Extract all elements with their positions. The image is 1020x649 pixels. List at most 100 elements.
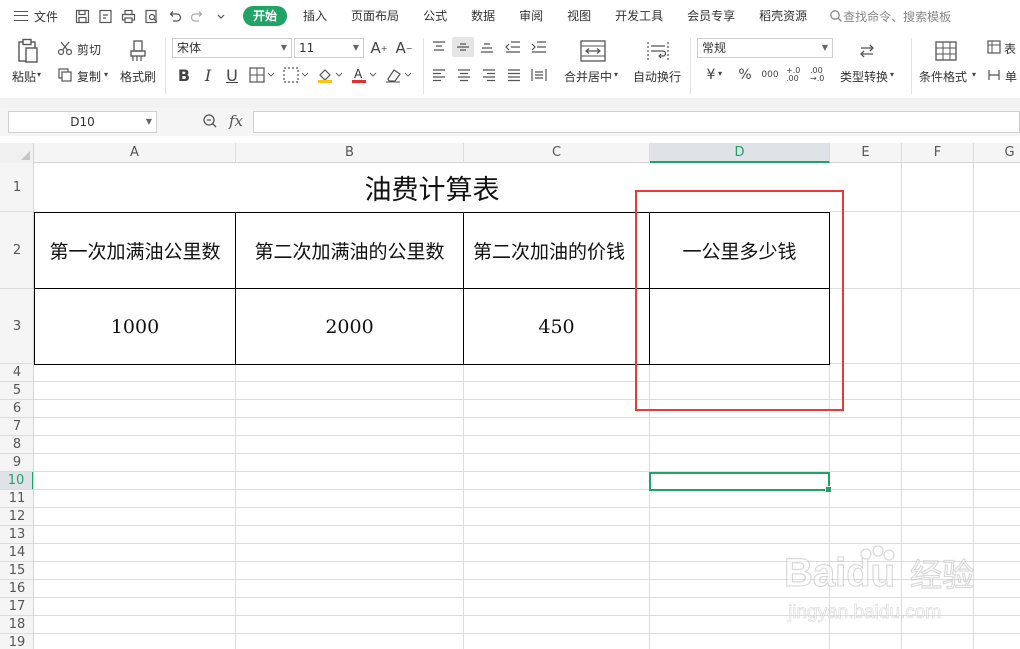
type-convert-icon[interactable]: [856, 40, 878, 62]
file-menu[interactable]: 文件: [14, 8, 58, 25]
copy-dropdown-icon[interactable]: ▾: [104, 70, 108, 79]
increase-font-icon[interactable]: A +: [369, 39, 389, 57]
zoom-icon[interactable]: [202, 113, 218, 133]
tab-docer[interactable]: 稻壳资源: [747, 6, 819, 26]
clear-icon[interactable]: [384, 66, 414, 84]
column-header-a[interactable]: A: [34, 143, 236, 163]
row-header-15[interactable]: 15: [0, 562, 33, 580]
conditional-format-button[interactable]: 条件格式: [919, 68, 967, 85]
row-header-6[interactable]: 6: [0, 400, 33, 418]
align-center-icon[interactable]: [455, 66, 473, 84]
header-cell-c2[interactable]: 第二次加油的价钱: [463, 212, 650, 289]
fill-color-icon[interactable]: [316, 66, 344, 84]
row-header-9[interactable]: 9: [0, 454, 33, 472]
sheet-title-cell[interactable]: 油费计算表: [34, 163, 830, 212]
header-cell-b2[interactable]: 第二次加满油的公里数: [235, 212, 464, 289]
formula-input[interactable]: [253, 111, 1020, 133]
merge-dropdown-icon[interactable]: ▾: [614, 70, 618, 79]
tab-view[interactable]: 视图: [555, 6, 603, 26]
paste-icon[interactable]: [14, 38, 42, 64]
row-header-13[interactable]: 13: [0, 526, 33, 544]
font-color-icon[interactable]: A: [350, 66, 378, 84]
single-cell-button[interactable]: 单: [1005, 68, 1017, 85]
increase-decimal-icon[interactable]: +.0 .00: [786, 66, 806, 84]
column-header-f[interactable]: F: [902, 143, 974, 163]
decrease-decimal-icon[interactable]: .00 →.0: [810, 66, 830, 84]
cut-button[interactable]: 剪切: [77, 41, 101, 58]
row-header-12[interactable]: 12: [0, 508, 33, 526]
customize-toolbar-icon[interactable]: [212, 8, 229, 25]
tab-page-layout[interactable]: 页面布局: [339, 6, 411, 26]
bold-icon[interactable]: B: [174, 65, 194, 85]
row-header-11[interactable]: 11: [0, 490, 33, 508]
row-header-17[interactable]: 17: [0, 598, 33, 616]
tab-insert[interactable]: 插入: [291, 6, 339, 26]
column-header-b[interactable]: B: [236, 143, 464, 163]
value-cell-d3[interactable]: [649, 288, 830, 365]
select-all-corner[interactable]: [0, 143, 34, 163]
tab-home[interactable]: 开始: [243, 6, 288, 26]
row-header-5[interactable]: 5: [0, 382, 33, 400]
table-style-button[interactable]: 表: [1004, 40, 1016, 57]
underline-icon[interactable]: U: [222, 65, 242, 85]
cell-style-icon[interactable]: [282, 66, 310, 84]
row-header-4[interactable]: 4: [0, 364, 33, 382]
command-search[interactable]: 查找命令、搜索模板: [829, 8, 951, 25]
tab-data[interactable]: 数据: [459, 6, 507, 26]
align-bottom-icon[interactable]: [478, 38, 496, 56]
print-icon[interactable]: [120, 8, 137, 25]
name-box[interactable]: D10 ▼: [8, 111, 157, 133]
header-cell-d2[interactable]: 一公里多少钱: [649, 212, 830, 289]
align-right-icon[interactable]: [480, 66, 498, 84]
merge-center-icon[interactable]: [579, 39, 607, 63]
row-header-1[interactable]: 1: [0, 163, 33, 212]
row-header-3[interactable]: 3: [0, 289, 33, 364]
row-header-16[interactable]: 16: [0, 580, 33, 598]
thousands-separator-icon[interactable]: 000: [760, 66, 780, 84]
justify-icon[interactable]: [505, 66, 523, 84]
italic-icon[interactable]: I: [198, 65, 218, 85]
align-top-icon[interactable]: [430, 38, 448, 56]
row-header-10[interactable]: 10: [0, 472, 33, 490]
header-cell-a2[interactable]: 第一次加满油公里数: [34, 212, 236, 289]
tab-member[interactable]: 会员专享: [675, 6, 747, 26]
tab-review[interactable]: 审阅: [507, 6, 555, 26]
decrease-font-icon[interactable]: A −: [394, 39, 414, 57]
row-header-2[interactable]: 2: [0, 212, 33, 289]
increase-indent-icon[interactable]: [530, 38, 548, 56]
column-header-c[interactable]: C: [464, 143, 650, 163]
redo-icon[interactable]: [189, 8, 206, 25]
value-cell-a3[interactable]: 1000: [34, 288, 236, 365]
align-left-icon[interactable]: [430, 66, 448, 84]
conditional-format-dropdown-icon[interactable]: ▾: [972, 70, 976, 79]
undo-icon[interactable]: [166, 8, 183, 25]
copy-button[interactable]: 复制: [77, 68, 101, 85]
currency-dropdown-icon[interactable]: ▾: [718, 69, 722, 78]
merge-center-button[interactable]: 合并居中: [564, 68, 612, 85]
spreadsheet-grid[interactable]: 油费计算表 第一次加满油公里数 第二次加满油的公里数 第二次加油的价钱 一公里多…: [34, 163, 1020, 649]
value-cell-b3[interactable]: 2000: [235, 288, 464, 365]
font-size-select[interactable]: 11 ▼: [294, 38, 364, 58]
distributed-align-icon[interactable]: [529, 66, 549, 84]
font-name-select[interactable]: 宋体 ▼: [172, 38, 292, 58]
row-header-19[interactable]: 19: [0, 634, 33, 649]
value-cell-c3[interactable]: 450: [463, 288, 650, 365]
paste-dropdown-icon[interactable]: ▾: [37, 70, 41, 79]
row-header-14[interactable]: 14: [0, 544, 33, 562]
paste-button[interactable]: 粘贴: [12, 68, 36, 85]
column-header-e[interactable]: E: [830, 143, 902, 163]
borders-icon[interactable]: [248, 66, 276, 84]
insert-function-icon[interactable]: fx: [229, 112, 243, 130]
decrease-indent-icon[interactable]: [504, 38, 522, 56]
conditional-format-icon[interactable]: [934, 40, 958, 62]
wrap-text-button[interactable]: 自动换行: [633, 68, 681, 85]
type-convert-dropdown-icon[interactable]: ▾: [890, 70, 894, 79]
type-convert-button[interactable]: 类型转换: [840, 68, 888, 85]
row-header-8[interactable]: 8: [0, 436, 33, 454]
column-header-d[interactable]: D: [650, 143, 830, 163]
format-painter-button[interactable]: 格式刷: [120, 68, 156, 85]
tab-formulas[interactable]: 公式: [411, 6, 459, 26]
export-pdf-icon[interactable]: [97, 8, 114, 25]
number-format-select[interactable]: 常规 ▼: [697, 38, 833, 58]
tab-developer[interactable]: 开发工具: [603, 6, 675, 26]
